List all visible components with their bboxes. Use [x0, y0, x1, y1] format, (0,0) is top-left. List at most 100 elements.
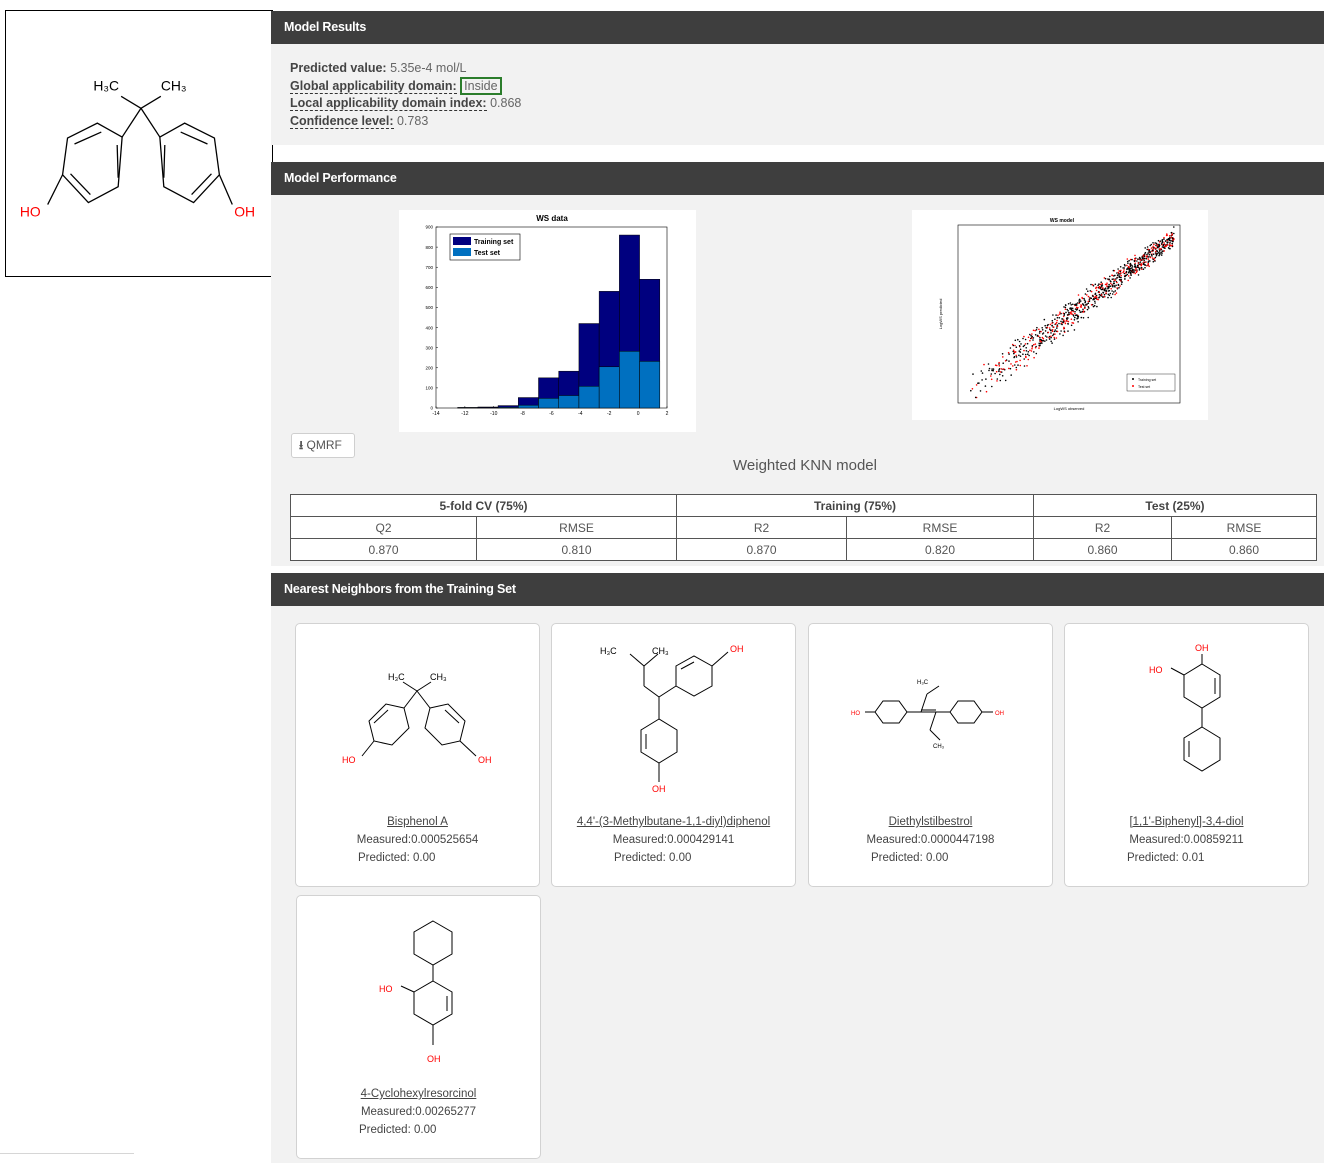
scatter-point-training: [1039, 344, 1041, 347]
neighbor-name-link[interactable]: [1,1'-Biphenyl]-3,4-diol: [1065, 813, 1308, 831]
histogram-bar-test: [598, 366, 620, 409]
scatter-point-test: [1023, 335, 1025, 338]
scatter-point-test: [990, 378, 993, 381]
scatter-point-test: [1063, 326, 1065, 329]
scatter-point-training: [1141, 256, 1143, 258]
scatter-point-test: [1081, 296, 1083, 299]
scatter-point-training: [1154, 256, 1157, 259]
scatter-point-training: [1161, 252, 1163, 254]
scatter-point-training: [999, 379, 1002, 382]
neighbor-name-link[interactable]: 4,4'-(3-Methylbutane-1,1-diyl)diphenol: [552, 813, 795, 831]
scatter-point-training: [1167, 237, 1170, 240]
scatter-point-training: [1133, 260, 1136, 263]
scatter-point-training: [1048, 335, 1051, 338]
scatter-point-training: [1120, 276, 1122, 279]
scatter-point-test: [995, 370, 998, 373]
scatter-legend: Training set Test set: [1126, 373, 1176, 392]
local-ad-label[interactable]: Local applicability domain index:: [290, 96, 487, 111]
scatter-point-test: [1056, 319, 1058, 322]
scatter-point-test: [1140, 268, 1143, 270]
scatter-point-training: [1032, 337, 1035, 339]
qmrf-download-button[interactable]: ⭳ QMRF: [291, 433, 355, 458]
scatter-point-training: [1001, 375, 1004, 377]
scatter-point-training: [1054, 329, 1057, 331]
histogram-bar-test: [578, 386, 600, 409]
nearest-neighbors-header: Nearest Neighbors from the Training Set: [271, 573, 1324, 606]
scatter-point-training: [1055, 314, 1057, 316]
neighbor-name-link[interactable]: Bisphenol A: [296, 813, 539, 831]
neighbor-info: Bisphenol A Measured:0.000525654 Predict…: [296, 813, 539, 867]
scatter-point-test: [1012, 365, 1014, 367]
scatter-point-test: [971, 388, 974, 390]
scatter-point-training: [998, 370, 1000, 373]
scatter-point-training: [1062, 334, 1064, 337]
scatter-point-training: [1107, 290, 1110, 292]
scatter-point-training: [1077, 321, 1079, 323]
scatter-point-training: [1039, 336, 1041, 339]
scatter-point-training: [1112, 269, 1115, 272]
scatter-point-training: [1027, 351, 1030, 353]
scatter-point-test: [1030, 350, 1033, 352]
scatter-point-training: [1151, 249, 1154, 252]
scatter-title: WS model: [1050, 218, 1075, 224]
histogram-title: WS data: [536, 214, 568, 223]
scatter-point-test: [1052, 326, 1055, 328]
scatter-point-training: [1052, 333, 1055, 335]
scatter-point-test: [1065, 319, 1068, 322]
table-cell: 0.860: [1033, 538, 1172, 561]
neighbor-name-link[interactable]: 4-Cyclohexylresorcinol: [297, 1085, 540, 1103]
scatter-point-training: [1145, 258, 1147, 260]
bisphenol-a-structure: H₃C CH₃ HO OH: [20, 77, 255, 219]
scatter-point-training: [1094, 283, 1097, 286]
histogram-legend: Training set Test set: [449, 233, 521, 261]
scatter-point-training: [1166, 238, 1168, 241]
structure-label: H₃C: [388, 672, 405, 682]
scatter-point-training: [1002, 362, 1004, 364]
scatter-point-training: [1024, 338, 1027, 341]
x-tick-label: -6: [549, 411, 554, 417]
scatter-point-training: [1107, 293, 1110, 296]
legend-test-swatch: [453, 248, 471, 256]
scatter-point-test: [1046, 326, 1049, 329]
scatter-point-training: [1167, 241, 1169, 243]
confidence-label[interactable]: Confidence level:: [290, 113, 394, 129]
scatter-point-training: [996, 378, 999, 380]
scatter-legend-training: Training set: [1138, 378, 1156, 382]
scatter-point-test: [1146, 255, 1148, 257]
neighbor-name-link[interactable]: Diethylstilbestrol: [809, 813, 1052, 831]
scatter-point-test: [1090, 304, 1093, 306]
scatter-point-training: [1149, 251, 1152, 253]
scatter-point-training: [1155, 244, 1157, 247]
scatter-point-training: [1131, 264, 1133, 267]
model-results-header: Model Results: [271, 11, 1324, 44]
scatter-point-test: [1067, 320, 1070, 323]
scatter-point-training: [1025, 350, 1028, 352]
scatter-point-training: [1092, 305, 1095, 308]
scatter-point-training: [1036, 326, 1038, 329]
scatter-point-test: [1127, 275, 1130, 277]
scatter-legend-test: Test set: [1138, 385, 1150, 389]
scatter-point-training: [1138, 256, 1141, 259]
scatter-point-test: [1139, 259, 1142, 261]
scatter-point-test: [1087, 300, 1090, 303]
scatter-point-training: [1026, 342, 1029, 345]
table-column-row: Q2 RMSE R2 RMSE R2 RMSE: [290, 516, 1317, 539]
model-title: Weighted KNN model: [733, 457, 877, 474]
scatter-point-training: [1115, 284, 1117, 287]
scatter-point-training: [1051, 342, 1053, 344]
scatter-point-test: [1056, 330, 1059, 333]
scatter-point-test: [1051, 330, 1054, 333]
scatter-point-training: [1004, 379, 1007, 382]
hydroxyl-label-right: OH: [234, 203, 255, 219]
global-ad-label[interactable]: Global applicability domain:: [290, 78, 457, 94]
scatter-point-training: [1113, 285, 1116, 287]
scatter-point-training: [1171, 242, 1173, 245]
scatter-point-training: [1076, 302, 1079, 304]
scatter-point-test: [1074, 312, 1076, 315]
legend-training-label: Training set: [474, 239, 514, 246]
scatter-point-test: [1023, 349, 1025, 352]
scatter-point-training: [1058, 322, 1060, 325]
predicted-value-label: Predicted value:: [290, 61, 387, 75]
scatter-point-training: [1113, 282, 1115, 285]
scatter-point-test: [1055, 322, 1057, 325]
